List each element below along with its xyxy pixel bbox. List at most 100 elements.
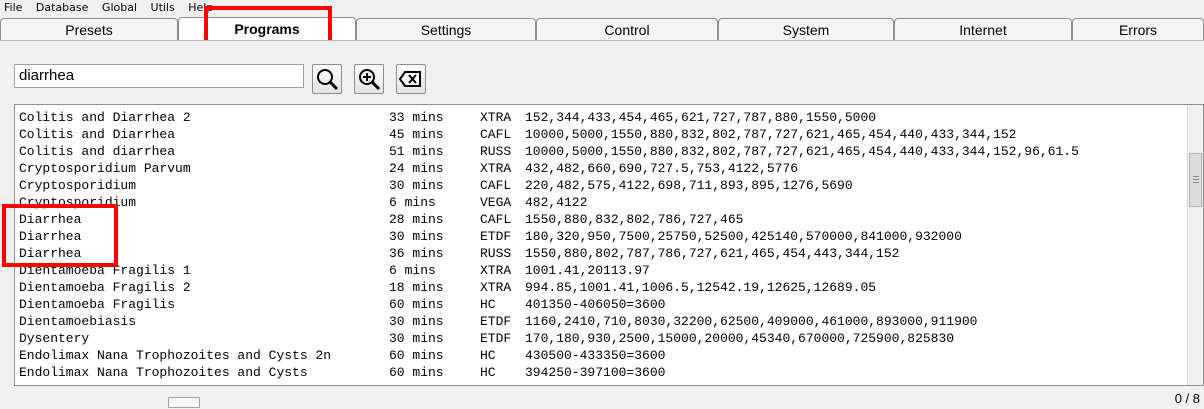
table-row[interactable]: Cryptosporidium 30 mins CAFL 220,482,575,41…	[15, 177, 1189, 194]
program-type: VEGA	[480, 195, 512, 210]
menu-global[interactable]: Global	[102, 0, 137, 16]
clear-search-button[interactable]	[396, 64, 426, 94]
tab-label-control: Control	[604, 22, 650, 38]
program-type: ETDF	[480, 314, 512, 329]
program-frequencies: 1550,880,802,787,786,727,621,465,454,443…	[525, 246, 900, 261]
vertical-scrollbar[interactable]	[1187, 105, 1203, 385]
program-type: HC	[480, 365, 496, 380]
program-type: CAFL	[480, 127, 512, 142]
table-row[interactable]: Colitis and Diarrhea 45 mins CAFL 10000,500…	[15, 126, 1189, 143]
program-frequencies: 1160,2410,710,8030,32200,62500,409000,46…	[525, 314, 978, 329]
program-name: Colitis and Diarrhea 2	[19, 110, 191, 125]
program-type: XTRA	[480, 263, 512, 278]
menu-help[interactable]: Help	[188, 0, 213, 16]
program-name: Colitis and diarrhea	[19, 144, 176, 159]
program-frequencies: 1550,880,832,802,786,727,465	[525, 212, 744, 227]
table-row[interactable]: Diarrhea 30 mins ETDF 180,320,950,7500,2575…	[15, 228, 1189, 245]
tab-label-errors: Errors	[1118, 22, 1158, 38]
program-frequencies: 401350-406050=3600	[525, 297, 666, 312]
table-row[interactable]: Colitis and Diarrhea 2 33 mins XTRA 152,344…	[15, 109, 1189, 126]
grip-icon	[1193, 176, 1199, 177]
menu-file[interactable]: File	[4, 0, 22, 16]
program-name: Endolimax Nana Trophozoites and Cysts	[19, 365, 308, 380]
program-type: CAFL	[480, 212, 512, 227]
program-frequencies: 180,320,950,7500,25750,52500,425140,5700…	[525, 229, 962, 244]
zoom-in-button[interactable]	[354, 64, 384, 94]
search-button[interactable]	[312, 64, 342, 94]
tab-programs[interactable]: Programs	[178, 17, 356, 41]
table-row[interactable]: Diarrhea 28 mins CAFL 1550,880,832,802,786,…	[15, 211, 1189, 228]
table-row[interactable]: Cryptosporidium Parvum 24 mins XTRA 432,482…	[15, 160, 1189, 177]
program-name: Dientamoeba Fragilis	[19, 297, 176, 312]
program-type: HC	[480, 348, 496, 363]
table-row[interactable]: Dysentery 30 mins ETDF 170,180,930,2500,150…	[15, 330, 1189, 347]
program-type: HC	[480, 297, 496, 312]
program-name: Dientamoeba Fragilis 1	[19, 263, 191, 278]
table-row[interactable]: Colitis and diarrhea 51 mins RUSS 10000,500…	[15, 143, 1189, 160]
program-duration: 60 mins	[389, 348, 444, 363]
program-type: CAFL	[480, 178, 512, 193]
program-name: Dysentery	[19, 331, 90, 346]
program-duration: 18 mins	[389, 280, 444, 295]
tab-errors[interactable]: Errors	[1072, 18, 1204, 40]
tab-presets[interactable]: Presets	[0, 18, 178, 40]
program-duration: 6 mins	[389, 195, 436, 210]
programs-list[interactable]: Colitis and Diarrhea 2 33 mins XTRA 152,344…	[14, 104, 1204, 386]
tab-settings[interactable]: Settings	[356, 18, 536, 40]
program-type: XTRA	[480, 161, 512, 176]
program-duration: 30 mins	[389, 314, 444, 329]
program-duration: 60 mins	[389, 365, 444, 380]
program-frequencies: 1001.41,20113.97	[525, 263, 650, 278]
menu-utils[interactable]: Utils	[151, 0, 175, 16]
program-frequencies: 432,482,660,690,727.5,753,4122,5776	[525, 161, 799, 176]
scrollbar-thumb[interactable]	[1189, 153, 1202, 207]
program-name: Diarrhea	[19, 212, 82, 227]
program-duration: 60 mins	[389, 297, 444, 312]
program-frequencies: 482,4122	[525, 195, 588, 210]
table-row[interactable]: Dientamoeba Fragilis 60 mins HC 401350-4060…	[15, 296, 1189, 313]
program-frequencies: 994.85,1001.41,1006.5,12542.19,12625,126…	[525, 280, 877, 295]
program-name: Diarrhea	[19, 229, 82, 244]
program-frequencies: 394250-397100=3600	[525, 365, 666, 380]
tab-label-programs: Programs	[234, 21, 300, 37]
program-type: ETDF	[480, 331, 512, 346]
tab-internet[interactable]: Internet	[894, 18, 1072, 40]
search-input[interactable]: diarrhea	[14, 64, 304, 88]
program-frequencies: 10000,5000,1550,880,832,802,787,727,621,…	[525, 127, 1017, 142]
tab-label-presets: Presets	[65, 22, 113, 38]
program-duration: 28 mins	[389, 212, 444, 227]
table-row[interactable]: Dientamoeba Fragilis 1 6 mins XTRA 1001.41,…	[15, 262, 1189, 279]
program-duration: 45 mins	[389, 127, 444, 142]
search-icon	[317, 69, 339, 91]
table-row[interactable]: Dientamoebiasis 30 mins ETDF 1160,2410,710,…	[15, 313, 1189, 330]
program-frequencies: 170,180,930,2500,15000,20000,45340,67000…	[525, 331, 955, 346]
table-row[interactable]: Cryptosporidium 6 mins VEGA 482,4122	[15, 194, 1189, 211]
zoom-in-icon	[359, 69, 381, 91]
program-name: Endolimax Nana Trophozoites and Cysts 2n	[19, 348, 332, 363]
tab-system[interactable]: System	[718, 18, 894, 40]
program-duration: 6 mins	[389, 263, 436, 278]
main-tabs: Presets Programs Settings Control System…	[0, 17, 1204, 41]
table-row[interactable]: Dientamoeba Fragilis 2 18 mins XTRA 994.85,…	[15, 279, 1189, 296]
program-type: RUSS	[480, 246, 512, 261]
program-name: Dientamoebiasis	[19, 314, 137, 329]
table-row[interactable]: Endolimax Nana Trophozoites and Cysts 60 …	[15, 364, 1189, 381]
tab-label-internet: Internet	[959, 22, 1007, 38]
table-row[interactable]: Endolimax Nana Trophozoites and Cysts 2n…	[15, 347, 1189, 364]
menu-bar: File Database Global Utils Help	[0, 0, 1204, 16]
program-frequencies: 430500-433350=3600	[525, 348, 666, 363]
tab-label-system: System	[782, 22, 830, 38]
program-duration: 51 mins	[389, 144, 444, 159]
program-name: Cryptosporidium Parvum	[19, 161, 191, 176]
program-duration: 30 mins	[389, 229, 444, 244]
tab-control[interactable]: Control	[536, 18, 718, 40]
program-type: RUSS	[480, 144, 512, 159]
menu-database[interactable]: Database	[36, 0, 89, 16]
program-name: Cryptosporidium	[19, 178, 137, 193]
program-duration: 30 mins	[389, 178, 444, 193]
program-frequencies: 220,482,575,4122,698,711,893,895,1276,56…	[525, 178, 853, 193]
horizontal-scroll-handle[interactable]	[168, 397, 200, 408]
program-name: Diarrhea	[19, 246, 82, 261]
table-row[interactable]: Diarrhea 36 mins RUSS 1550,880,802,787,786,…	[15, 245, 1189, 262]
program-name: Dientamoeba Fragilis 2	[19, 280, 191, 295]
